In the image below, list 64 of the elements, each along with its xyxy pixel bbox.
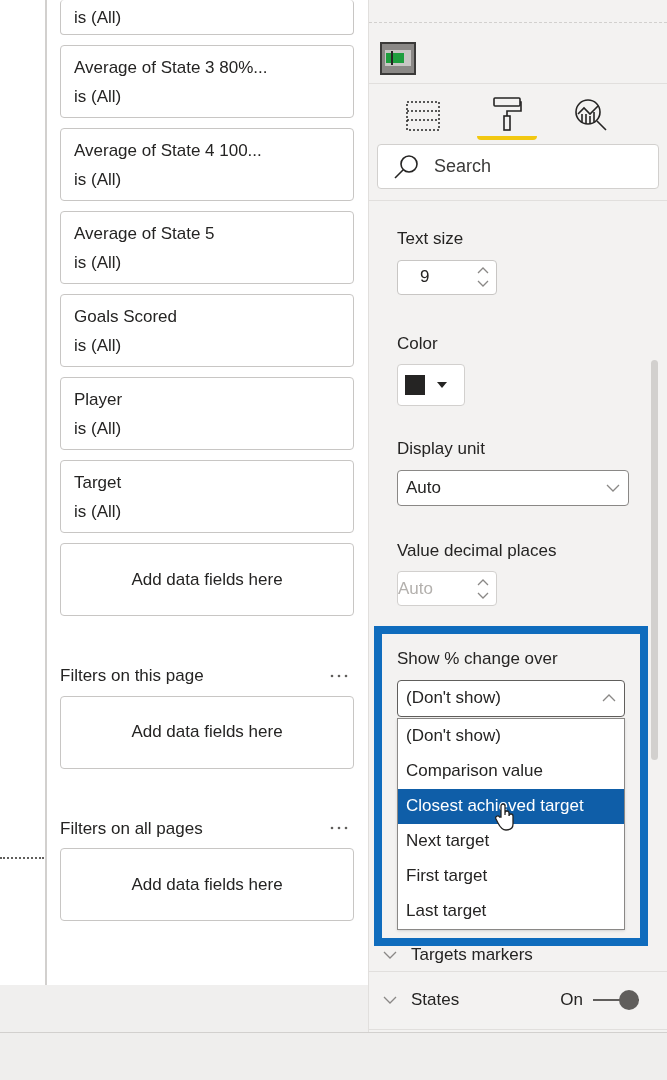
search-field[interactable]: Search bbox=[377, 144, 659, 189]
color-picker[interactable] bbox=[397, 364, 465, 406]
analytics-search-icon bbox=[574, 98, 608, 132]
field-label: Color bbox=[397, 332, 439, 355]
drop-zone[interactable]: Add data fields here bbox=[60, 695, 354, 769]
chevron-down-icon bbox=[383, 996, 397, 1004]
field-label: Text size bbox=[397, 228, 465, 250]
field-label: Value decimal places bbox=[397, 539, 558, 562]
search-icon bbox=[393, 154, 419, 180]
filter-value: is (All) bbox=[74, 168, 123, 191]
dropdown-option[interactable]: First target bbox=[398, 858, 624, 894]
fields-icon bbox=[406, 100, 440, 132]
filter-title: Average of State 4 100... bbox=[74, 139, 263, 162]
chevron-down-icon bbox=[606, 483, 620, 492]
filter-title: Average of State 3 80%... bbox=[74, 56, 269, 79]
dropdown-field[interactable]: Auto bbox=[397, 469, 629, 506]
filter-value: is (All) bbox=[74, 334, 123, 357]
collapsible-section[interactable]: States On bbox=[369, 971, 667, 1030]
filter-title: Player bbox=[74, 388, 124, 411]
dropdown-field[interactable]: (Don't show) bbox=[397, 679, 625, 717]
filter-title: Average of State 5 bbox=[74, 222, 216, 245]
dotted-line bbox=[0, 857, 44, 859]
filter-value: is (All) bbox=[74, 7, 123, 29]
filter-card[interactable]: Goals Scored is (All) bbox=[60, 294, 354, 367]
spinner-value: Auto bbox=[398, 577, 434, 600]
section-title: Filters on this page bbox=[60, 665, 204, 687]
more-options-icon[interactable] bbox=[330, 673, 348, 678]
drop-zone[interactable]: Add data fields here bbox=[60, 543, 354, 616]
toggle-label: On bbox=[560, 989, 583, 1012]
paint-roller-icon bbox=[492, 96, 522, 132]
filter-card[interactable]: Average of State 5 is (All) bbox=[60, 211, 354, 284]
filter-card[interactable]: Player is (All) bbox=[60, 377, 354, 450]
toggle-switch[interactable] bbox=[593, 990, 639, 1010]
field-label: Display unit bbox=[397, 438, 486, 460]
section-header: Targets markers bbox=[411, 944, 534, 967]
chevron-up-icon bbox=[602, 694, 616, 702]
dropdown-option[interactable]: Next target bbox=[398, 823, 624, 859]
number-spinner[interactable]: 9 bbox=[397, 259, 497, 295]
chevron-down-icon bbox=[383, 951, 397, 959]
dropdown-option[interactable]: Comparison value bbox=[398, 753, 624, 789]
filter-card[interactable]: Average of State 3 80%... is (All) bbox=[60, 45, 354, 118]
field-label: Show % change over bbox=[397, 648, 559, 670]
filter-value: is (All) bbox=[74, 251, 123, 274]
section-header: States bbox=[411, 989, 461, 1012]
filter-value: is (All) bbox=[74, 500, 123, 523]
dropdown-option[interactable]: (Don't show) bbox=[398, 718, 624, 754]
caret-icon bbox=[437, 382, 447, 388]
more-options-icon[interactable] bbox=[330, 826, 348, 831]
filter-card[interactable]: Average of State 4 100... is (All) bbox=[60, 128, 354, 201]
filter-value: is (All) bbox=[74, 417, 123, 440]
visual-type-icon[interactable] bbox=[380, 42, 416, 75]
drop-zone[interactable]: Add data fields here bbox=[60, 848, 354, 921]
filter-title: Goals Scored bbox=[74, 305, 178, 328]
filter-card[interactable]: Target is (All) bbox=[60, 460, 354, 533]
collapsible-section[interactable]: Targets markers bbox=[369, 939, 667, 972]
stepper-icon[interactable] bbox=[476, 265, 490, 289]
dropdown-option[interactable]: Closest achieved target bbox=[398, 788, 624, 824]
dropdown-option[interactable]: Last target bbox=[398, 893, 624, 929]
filter-title: Target bbox=[74, 471, 123, 494]
pane-tab[interactable] bbox=[477, 94, 537, 140]
filter-card[interactable]: is (All) bbox=[60, 0, 354, 35]
spinner-value: 9 bbox=[420, 266, 431, 289]
section-title: Filters on all pages bbox=[60, 817, 203, 840]
filter-value: is (All) bbox=[74, 85, 123, 108]
